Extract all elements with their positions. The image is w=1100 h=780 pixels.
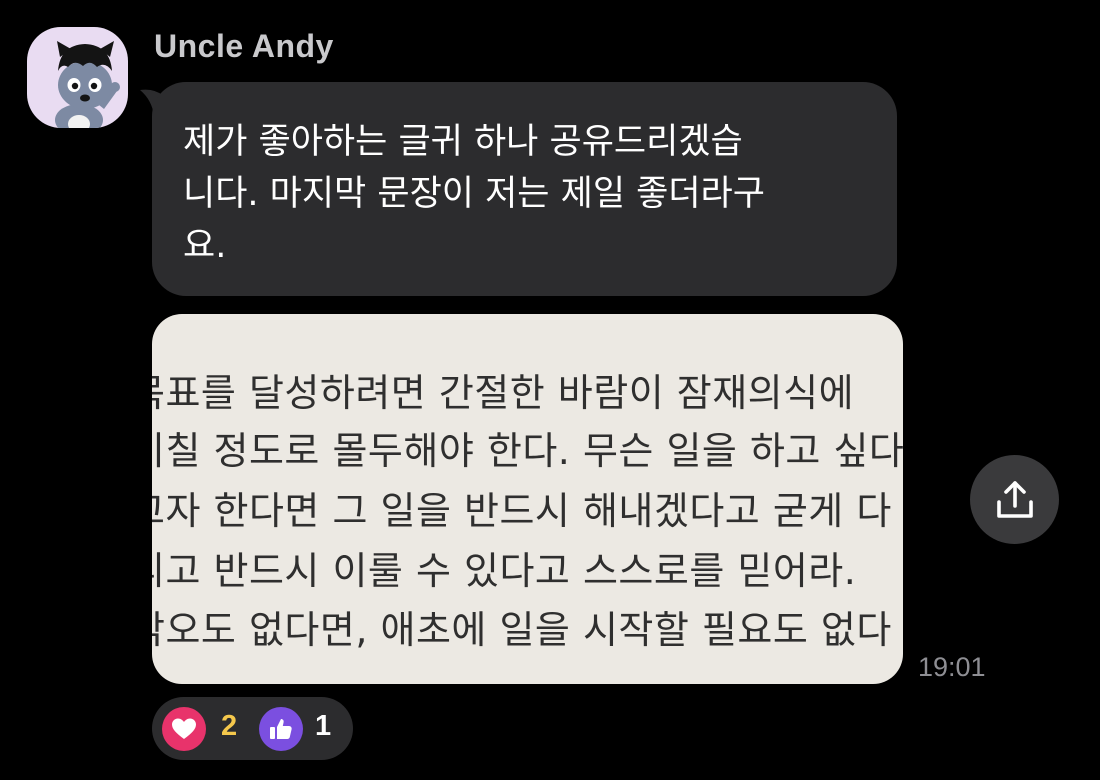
photo-text-line: 목표를 달성하려면 간절한 바람이 잠재의식에 [152, 371, 855, 415]
thumbs-up-icon[interactable] [259, 707, 303, 751]
share-icon [996, 480, 1033, 518]
photo-text-line: 미칠 정도로 몰두해야 한다. 무슨 일을 하고 싶다 [152, 429, 903, 473]
message-line: 요. [183, 226, 227, 266]
reaction-bar[interactable]: 2 1 [152, 697, 353, 760]
heart-count: 2 [221, 710, 238, 742]
cat-character-icon [55, 41, 120, 128]
photo-text-line: 리고 반드시 이룰 수 있다고 스스로를 믿어라. [152, 549, 857, 593]
chat-screen: Uncle Andy 제가 좋아하는 글귀 하나 공유드리겠습 니다. 마지막 … [0, 0, 1100, 780]
heart-icon[interactable] [162, 707, 206, 751]
photo-text-line: 각오도 없다면, 애초에 일을 시작할 필요도 없다 [152, 608, 892, 652]
avatar[interactable] [27, 27, 128, 128]
photo-text-line: 고자 한다면 그 일을 반드시 해내겠다고 굳게 다 [152, 489, 892, 533]
message-line: 제가 좋아하는 글귀 하나 공유드리겠습 [183, 122, 743, 162]
thumbs-up-count: 1 [315, 710, 332, 742]
message-bubble[interactable]: 제가 좋아하는 글귀 하나 공유드리겠습 니다. 마지막 문장이 저는 제일 좋… [152, 82, 897, 296]
share-button[interactable] [970, 455, 1059, 544]
shared-photo[interactable]: 목표를 달성하려면 간절한 바람이 잠재의식에 미칠 정도로 몰두해야 한다. … [152, 314, 903, 684]
message-line: 니다. 마지막 문장이 저는 제일 좋더라구 [183, 174, 765, 214]
message-timestamp: 19:01 [918, 652, 986, 682]
sender-name: Uncle Andy [154, 28, 334, 64]
